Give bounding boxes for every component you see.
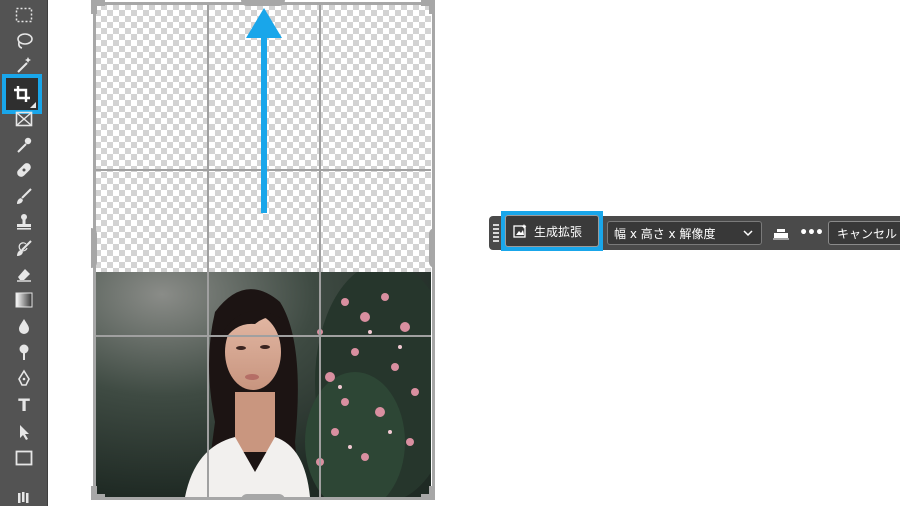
eyedropper-tool[interactable] — [9, 133, 39, 157]
rectangle-tool[interactable] — [9, 446, 39, 470]
eraser-tool[interactable] — [9, 262, 39, 286]
pen-icon — [18, 369, 30, 386]
crop-handle-bottom[interactable] — [241, 494, 285, 500]
magic-wand-icon — [17, 57, 31, 73]
more-options-icon: ••• — [799, 225, 824, 241]
generative-expand-label: 生成拡張 — [534, 224, 583, 239]
tools-panel: T — [0, 0, 48, 506]
more-options-button[interactable]: ••• — [799, 224, 824, 242]
history-brush-icon — [17, 240, 32, 256]
bandage-icon — [17, 163, 31, 177]
marquee-icon — [15, 7, 33, 23]
stamp-icon — [17, 214, 31, 230]
crop-handle-top-left[interactable] — [91, 0, 97, 14]
cancel-label: キャンセル — [837, 226, 898, 241]
brush-tool[interactable] — [9, 184, 39, 208]
crop-ratio-dropdown[interactable]: 幅 x 高さ x 解像度 — [607, 221, 762, 245]
hand-icon — [18, 492, 29, 503]
type-tool-label: T — [18, 395, 30, 416]
contextual-task-bar: 生成拡張 幅 x 高さ x 解像度 ••• キャンセル — [489, 211, 900, 251]
history-brush-tool[interactable] — [9, 236, 39, 260]
healing-brush-tool[interactable] — [9, 158, 39, 182]
generative-fill-icon — [513, 224, 527, 238]
crop-handle-top[interactable] — [241, 0, 285, 6]
straighten-icon — [773, 229, 789, 240]
up-arrow-icon — [246, 8, 282, 213]
dodge-tool[interactable] — [9, 340, 39, 364]
crop-tool[interactable] — [2, 74, 42, 114]
magic-wand-tool[interactable] — [9, 53, 39, 77]
eyedropper-icon — [17, 137, 32, 153]
lasso-tool[interactable] — [9, 29, 39, 53]
crop-ratio-value: 幅 x 高さ x 解像度 — [614, 226, 716, 241]
generative-expand-highlight: 生成拡張 — [501, 211, 603, 251]
generative-expand-button[interactable]: 生成拡張 — [505, 215, 599, 247]
gradient-tool[interactable] — [9, 288, 39, 312]
hand-tool[interactable] — [9, 472, 39, 506]
straighten-button[interactable] — [771, 224, 791, 242]
frame-tool[interactable] — [9, 107, 39, 131]
path-selection-tool[interactable] — [9, 420, 39, 444]
crop-handle-bottom-left[interactable] — [91, 494, 105, 500]
cancel-button[interactable]: キャンセル — [828, 221, 900, 245]
pen-tool[interactable] — [9, 366, 39, 390]
crop-icon — [14, 86, 30, 102]
gradient-icon — [15, 292, 33, 308]
crop-handle-bottom-right[interactable] — [421, 494, 435, 500]
drop-icon — [19, 319, 29, 334]
brush-icon — [17, 188, 32, 204]
clone-stamp-tool[interactable] — [9, 210, 39, 234]
lasso-icon — [17, 33, 33, 49]
eraser-icon — [17, 269, 31, 282]
arrow-cursor-icon — [20, 425, 29, 440]
chevron-down-icon — [743, 230, 753, 237]
frame-icon — [15, 111, 33, 127]
crop-handle-right[interactable] — [429, 228, 435, 268]
type-tool[interactable]: T — [9, 394, 39, 418]
rectangular-marquee-tool[interactable] — [9, 3, 39, 27]
drag-handle-icon[interactable] — [493, 224, 499, 242]
crop-handle-left[interactable] — [91, 228, 97, 268]
rectangle-icon — [15, 450, 33, 466]
dodge-icon — [19, 344, 29, 360]
crop-handle-top-right[interactable] — [429, 0, 435, 14]
blur-tool[interactable] — [9, 314, 39, 338]
